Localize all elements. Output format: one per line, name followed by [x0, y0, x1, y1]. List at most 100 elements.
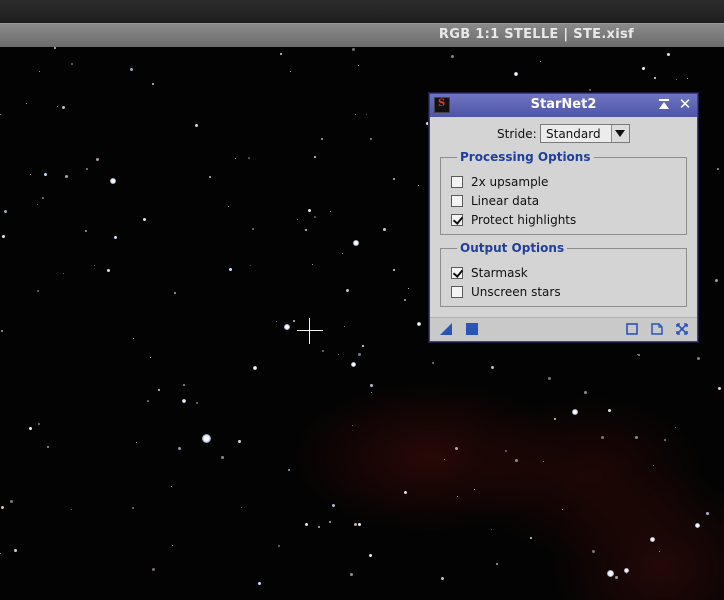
star [358, 523, 361, 526]
star [653, 465, 654, 466]
star [235, 158, 236, 159]
star [171, 486, 172, 487]
star [589, 89, 591, 91]
shade-icon[interactable] [657, 98, 671, 112]
star [371, 392, 372, 393]
star [606, 569, 614, 577]
star [352, 425, 353, 426]
stride-select[interactable]: Standard [540, 124, 630, 143]
star [57, 106, 58, 107]
star [358, 353, 361, 356]
dialog-footer [430, 317, 697, 341]
star [659, 551, 660, 552]
star [54, 47, 56, 49]
star [196, 402, 198, 404]
stride-value: Standard [546, 127, 601, 141]
star [228, 206, 229, 207]
star [418, 185, 419, 186]
star [305, 229, 307, 231]
star [615, 576, 618, 579]
star [350, 361, 356, 367]
star [687, 78, 688, 79]
starnet2-dialog: S StarNet2 ✕ Stride: Standard Processing… [429, 93, 698, 342]
star [370, 384, 373, 387]
star [404, 491, 407, 494]
browse-documentation-icon[interactable] [626, 323, 638, 335]
star [496, 563, 498, 565]
star [293, 320, 295, 322]
stride-label: Stride: [497, 127, 537, 141]
star [457, 496, 458, 497]
close-icon[interactable]: ✕ [678, 97, 692, 112]
star [278, 545, 280, 547]
star [491, 366, 494, 369]
star [514, 72, 518, 76]
crosshair-cursor-icon [297, 318, 323, 344]
star [143, 218, 146, 221]
star [37, 290, 39, 292]
star [417, 322, 421, 326]
output-options-group: Output Options Starmask Unscreen stars [440, 241, 687, 307]
star [14, 549, 17, 552]
star [562, 509, 563, 510]
star [676, 79, 677, 80]
star [530, 537, 532, 539]
star [654, 77, 656, 79]
star [649, 536, 655, 542]
star [352, 48, 355, 51]
checkbox-label: 2x upsample [471, 175, 549, 189]
star [63, 273, 64, 274]
star [408, 288, 409, 289]
star [312, 264, 313, 265]
star [515, 459, 518, 462]
star [96, 158, 99, 161]
processing-options-title: Processing Options [457, 150, 594, 164]
star [182, 399, 186, 403]
star [201, 433, 211, 443]
star [314, 156, 316, 158]
star [158, 389, 160, 391]
checkbox-box[interactable] [451, 214, 463, 226]
star [322, 350, 324, 352]
checkbox-label: Protect highlights [471, 213, 577, 227]
checkbox-box[interactable] [451, 176, 463, 188]
star [366, 114, 367, 115]
dialog-titlebar[interactable]: S StarNet2 ✕ [430, 94, 697, 117]
star [642, 67, 645, 70]
star [717, 168, 719, 170]
chevron-down-icon[interactable] [611, 125, 629, 142]
star [37, 204, 38, 205]
preferences-icon[interactable] [676, 323, 688, 335]
star [601, 436, 604, 439]
checkbox-box[interactable] [451, 286, 463, 298]
star [38, 423, 40, 425]
top-bar [0, 0, 724, 23]
star [178, 447, 181, 450]
star [62, 106, 65, 109]
image-window-title: RGB 1:1 STELLE | STE.xisf [438, 27, 634, 42]
reset-icon[interactable] [651, 323, 663, 335]
star [314, 216, 316, 218]
star [4, 210, 7, 213]
star [474, 489, 475, 490]
star [697, 357, 700, 360]
checkbox-label: Linear data [471, 194, 540, 208]
star [248, 157, 250, 159]
apply-global-icon[interactable] [466, 323, 478, 335]
star [342, 253, 343, 254]
star [344, 326, 345, 327]
new-instance-icon[interactable] [440, 323, 452, 335]
star [608, 409, 611, 412]
star [94, 265, 95, 266]
star [238, 440, 241, 443]
checkbox-box[interactable] [451, 195, 463, 207]
star [354, 523, 357, 526]
star [130, 68, 133, 71]
image-window-titlebar[interactable]: RGB 1:1 STELLE | STE.xisf [0, 23, 724, 47]
pixinsight-workspace: RGB 1:1 STELLE | STE.xisf S StarNet2 ✕ S… [0, 0, 724, 600]
star [133, 338, 134, 339]
star [572, 409, 578, 415]
checkbox-box[interactable] [451, 267, 463, 279]
star [47, 446, 49, 448]
star [86, 168, 88, 170]
